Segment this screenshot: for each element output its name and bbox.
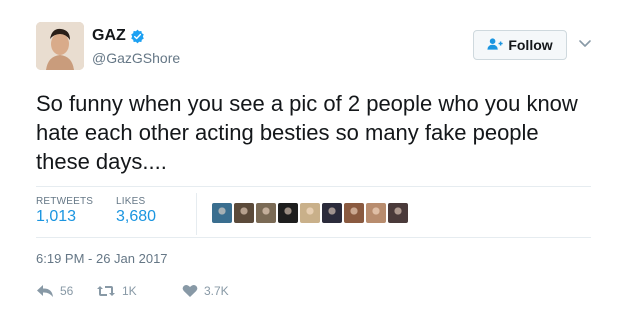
retweets-label: RETWEETS [36, 196, 94, 207]
retweets-count[interactable]: 1,013 [36, 208, 93, 226]
likes-label: LIKES [116, 196, 146, 207]
stats-separator [196, 193, 197, 235]
reply-count: 56 [60, 284, 74, 298]
tweet-timestamp[interactable]: 6:19 PM - 26 Jan 2017 [36, 251, 168, 266]
follow-button-label: Follow [508, 37, 553, 53]
like-button[interactable]: 3.7K [182, 284, 229, 298]
likes-count[interactable]: 3,680 [116, 208, 156, 226]
liker-avatar[interactable] [322, 203, 342, 223]
heart-icon [182, 284, 198, 298]
liker-avatar[interactable] [212, 203, 232, 223]
liker-avatar[interactable] [344, 203, 364, 223]
display-name-row[interactable]: GAZ [92, 27, 145, 45]
chevron-down-icon[interactable] [578, 36, 592, 50]
follow-button[interactable]: Follow [473, 30, 567, 60]
stats-divider-top [36, 186, 591, 187]
add-user-icon [487, 37, 503, 54]
display-name[interactable]: GAZ [92, 27, 126, 45]
liker-avatar[interactable] [366, 203, 386, 223]
reply-icon [36, 284, 54, 298]
liker-avatar[interactable] [234, 203, 254, 223]
like-count: 3.7K [204, 284, 229, 298]
liker-avatar[interactable] [278, 203, 298, 223]
retweets-stat[interactable]: RETWEETS 1,013 [36, 196, 93, 226]
retweet-count: 1K [122, 284, 137, 298]
profile-avatar[interactable] [36, 22, 84, 70]
tweet-actions: 56 1K 3.7K [36, 284, 229, 298]
tweet-text: So funny when you see a pic of 2 people … [36, 91, 578, 174]
liker-avatar[interactable] [256, 203, 276, 223]
retweet-button[interactable]: 1K [96, 284, 182, 298]
likes-stat[interactable]: LIKES 3,680 [116, 196, 156, 226]
verified-badge-icon [130, 29, 145, 44]
stats-divider-bottom [36, 237, 591, 238]
liker-avatar[interactable] [388, 203, 408, 223]
user-handle[interactable]: @GazGShore [92, 50, 180, 66]
liker-avatar[interactable] [300, 203, 320, 223]
reply-button[interactable]: 56 [36, 284, 96, 298]
likers-avatar-strip [212, 203, 408, 223]
retweet-icon [96, 284, 116, 298]
